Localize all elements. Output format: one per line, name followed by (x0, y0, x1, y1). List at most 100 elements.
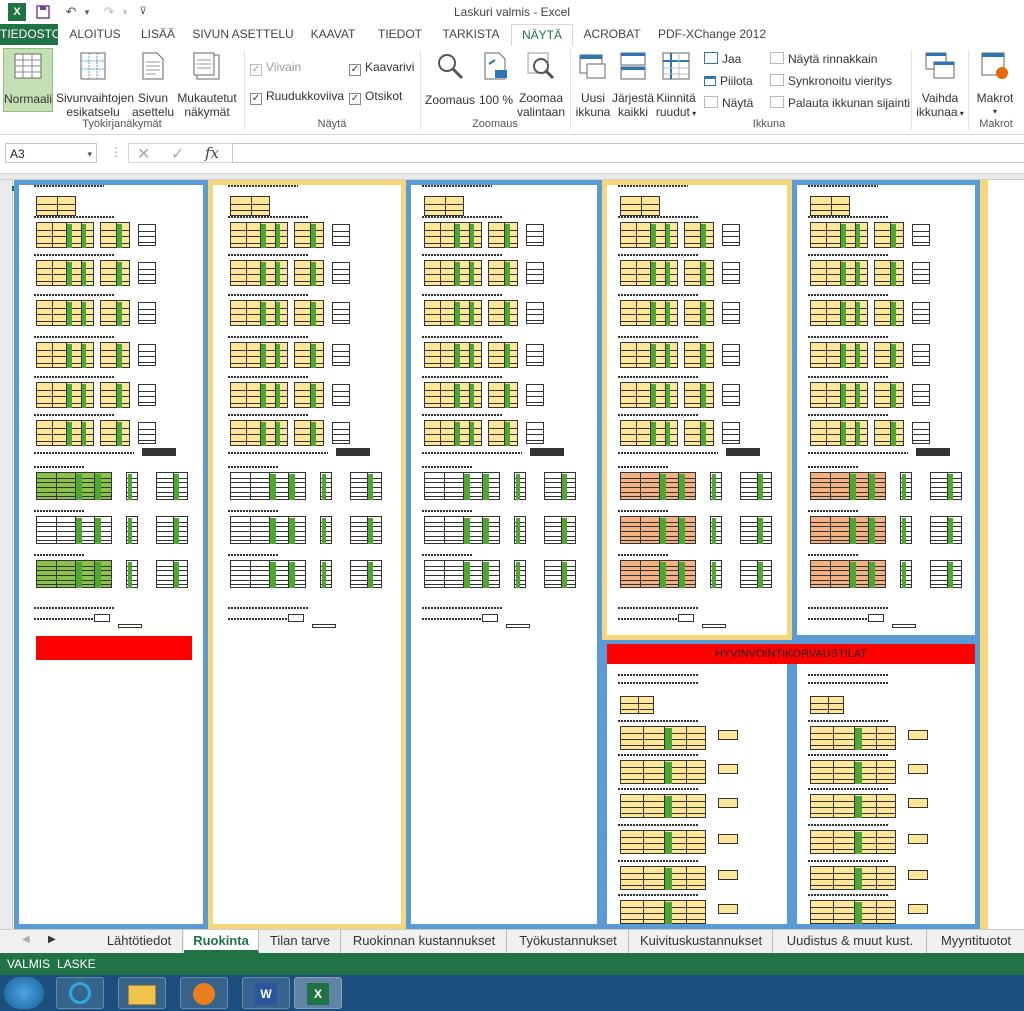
tab-home[interactable]: ALOITUS (62, 24, 128, 45)
mini-text-row (228, 607, 308, 609)
sheet-tab-lahtotiedot[interactable]: Lähtötiedot (96, 930, 183, 953)
mini-table (810, 300, 868, 326)
headings-checkbox[interactable]: ✓ Otsikot (349, 89, 402, 105)
mini-text-row (808, 554, 858, 556)
worksheet-grid[interactable]: HYVINVOINTIKORVAUSTILAT (0, 174, 1024, 929)
mini-text-row (618, 618, 678, 620)
page-break-preview-button[interactable]: Sivunvaihtojen esikatselu (56, 52, 134, 119)
arrange-all-button[interactable]: Järjestä kaikki (612, 52, 654, 119)
enter-icon: ✓ (171, 146, 185, 163)
mini-table (294, 342, 324, 368)
mini-table (230, 420, 288, 446)
tab-review[interactable]: TARKISTA (436, 24, 506, 45)
mini-text-row (808, 510, 858, 512)
mini-table (810, 696, 844, 714)
mini-text-row (808, 254, 888, 256)
name-box[interactable]: A3 ▾ (5, 143, 97, 163)
normal-view-button[interactable]: Normaali (3, 48, 53, 112)
page-layout-button[interactable]: Sivun asettelu (132, 52, 174, 119)
internet-explorer-icon[interactable] (56, 977, 104, 1009)
zoom-100-button[interactable]: 100 % (478, 52, 514, 107)
zoom-button[interactable]: Zoomaus (424, 52, 476, 107)
group-label-window: Ikkuna (752, 118, 786, 130)
normal-view-icon (14, 53, 42, 79)
mini-table (722, 224, 740, 246)
sheet-tab-uudistus[interactable]: Uudistus & muut kust. (774, 930, 927, 953)
mini-table (908, 834, 928, 844)
mini-table (332, 422, 350, 444)
excel-icon[interactable]: X (294, 977, 342, 1009)
mini-text-row (228, 414, 308, 416)
split-button[interactable]: Jaa (704, 52, 741, 66)
scroll-left-icon[interactable]: ◀ (22, 934, 30, 945)
file-explorer-icon[interactable] (118, 977, 166, 1009)
mini-table (710, 560, 722, 588)
mini-text-row (618, 720, 698, 722)
macros-button[interactable]: Makrot ▾ (972, 52, 1018, 119)
mini-table (930, 560, 962, 588)
mini-text-row (618, 754, 698, 756)
mini-table (288, 614, 304, 622)
mini-table (332, 262, 350, 284)
freeze-panes-button[interactable]: Kiinnitä ruudut ▾ (654, 52, 698, 121)
insert-function-button[interactable]: fx (205, 144, 219, 162)
zoom-to-selection-button[interactable]: Zoomaa valintaan (516, 52, 566, 119)
formula-input[interactable] (232, 143, 1024, 163)
tab-data[interactable]: TIEDOT (370, 24, 430, 45)
tab-page-layout[interactable]: SIVUN ASETTELU (190, 24, 296, 45)
mini-text-row (618, 510, 668, 512)
mini-table (526, 224, 544, 246)
chevron-down-icon: ▾ (957, 109, 964, 118)
scroll-right-icon[interactable]: ▶ (48, 934, 56, 945)
sheet-tab-tilan-tarve[interactable]: Tilan tarve (260, 930, 341, 953)
mini-table (230, 260, 288, 286)
gridlines-checkbox[interactable]: ✓ Ruudukkoviiva (250, 89, 344, 105)
sheet-tab-ruokinnan-kustannukset[interactable]: Ruokinnan kustannukset (342, 930, 507, 953)
mini-table (488, 222, 518, 248)
tab-view[interactable]: NÄYTÄ (511, 24, 573, 47)
mini-table (530, 448, 564, 456)
mini-table (320, 472, 332, 500)
switch-windows-button[interactable]: Vaihda ikkunaa ▾ (914, 52, 966, 121)
hide-button[interactable]: Piilota (704, 74, 753, 88)
new-window-button[interactable]: Uusi ikkuna (574, 52, 612, 119)
mini-text-row (228, 618, 288, 620)
tab-acrobat[interactable]: ACROBAT (578, 24, 646, 45)
mini-table (488, 382, 518, 408)
page-layout-label-1: Sivun (137, 91, 169, 105)
mini-table (526, 422, 544, 444)
start-orb-icon[interactable] (4, 977, 44, 1009)
side-by-side-icon (770, 52, 784, 64)
sheet-tab-kuivituskustannukset[interactable]: Kuivituskustannukset (630, 930, 773, 953)
gridlines-label: Ruudukkoviiva (266, 89, 345, 103)
tab-formulas[interactable]: KAAVAT (302, 24, 364, 45)
custom-views-button[interactable]: Mukautetut näkymät (176, 52, 238, 119)
mini-text-row (34, 185, 104, 187)
mini-table (230, 342, 288, 368)
formula-bar-checkbox[interactable]: ✓ Kaavarivi (349, 60, 414, 76)
mini-table (620, 382, 678, 408)
new-window-label-2: ikkuna (575, 105, 611, 119)
sheet-tab-myyntituotot[interactable]: Myyntituotot (928, 930, 1024, 953)
status-calculate[interactable]: LASKE (57, 953, 96, 975)
tab-file[interactable]: TIEDOSTO (0, 24, 61, 45)
mini-table (810, 382, 868, 408)
word-icon[interactable]: W (242, 977, 290, 1009)
mini-table (332, 224, 350, 246)
mini-text-row (34, 254, 114, 256)
mini-table (912, 262, 930, 284)
sheet-tab-tyokustannukset[interactable]: Työkustannukset (508, 930, 629, 953)
mini-text-row (228, 466, 278, 468)
zoom-100-icon (484, 52, 507, 80)
mini-text-row (422, 607, 502, 609)
mini-table (526, 262, 544, 284)
mini-table (740, 560, 772, 588)
tab-insert[interactable]: LISÄÄ (132, 24, 184, 45)
media-player-icon[interactable] (180, 977, 228, 1009)
freeze-label-1: Kiinnitä (656, 91, 696, 105)
tab-pdf-xchange[interactable]: PDF-XChange 2012 (654, 24, 770, 45)
mini-table (36, 222, 94, 248)
sheet-tab-ruokinta[interactable]: Ruokinta (184, 930, 259, 953)
mini-table (36, 300, 94, 326)
mini-table (912, 422, 930, 444)
